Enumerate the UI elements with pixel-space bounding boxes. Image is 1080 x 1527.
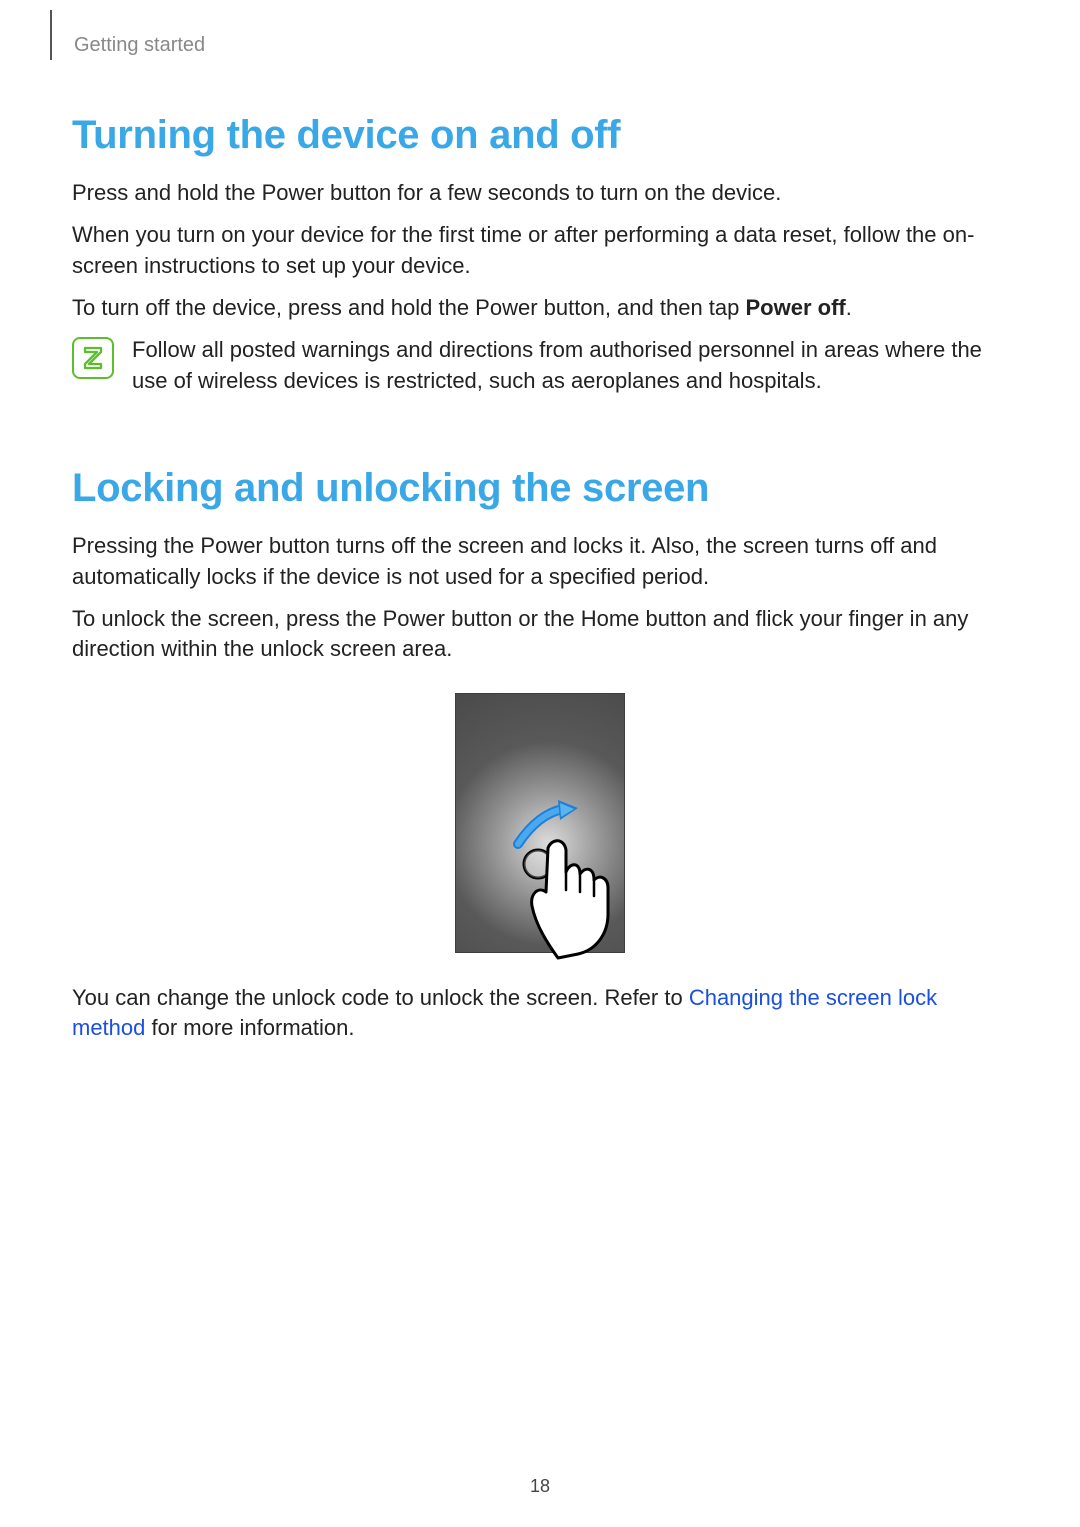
note-block: Follow all posted warnings and direction… <box>72 335 1008 396</box>
body-text: When you turn on your device for the fir… <box>72 220 1008 281</box>
device-screen <box>455 693 625 953</box>
note-icon <box>72 337 114 379</box>
header-rule <box>50 10 52 60</box>
body-text: To turn off the device, press and hold t… <box>72 293 1008 323</box>
text-fragment: You can change the unlock code to unlock… <box>72 985 689 1010</box>
body-text: Press and hold the Power button for a fe… <box>72 178 1008 208</box>
body-text: You can change the unlock code to unlock… <box>72 983 1008 1044</box>
bold-text: Power off <box>746 295 846 320</box>
heading-turning-on-off: Turning the device on and off <box>72 113 1008 158</box>
figure-unlock-gesture <box>72 693 1008 953</box>
note-text: Follow all posted warnings and direction… <box>132 335 1008 396</box>
text-fragment: for more information. <box>145 1015 354 1040</box>
section-label: Getting started <box>74 34 1008 57</box>
page-number: 18 <box>0 1476 1080 1497</box>
text-fragment: To turn off the device, press and hold t… <box>72 295 746 320</box>
body-text: Pressing the Power button turns off the … <box>72 531 1008 592</box>
manual-page: Getting started Turning the device on an… <box>0 0 1080 1527</box>
body-text: To unlock the screen, press the Power bu… <box>72 604 1008 665</box>
text-fragment: . <box>846 295 852 320</box>
hand-swipe-icon <box>508 794 658 964</box>
heading-locking-unlocking: Locking and unlocking the screen <box>72 466 1008 511</box>
